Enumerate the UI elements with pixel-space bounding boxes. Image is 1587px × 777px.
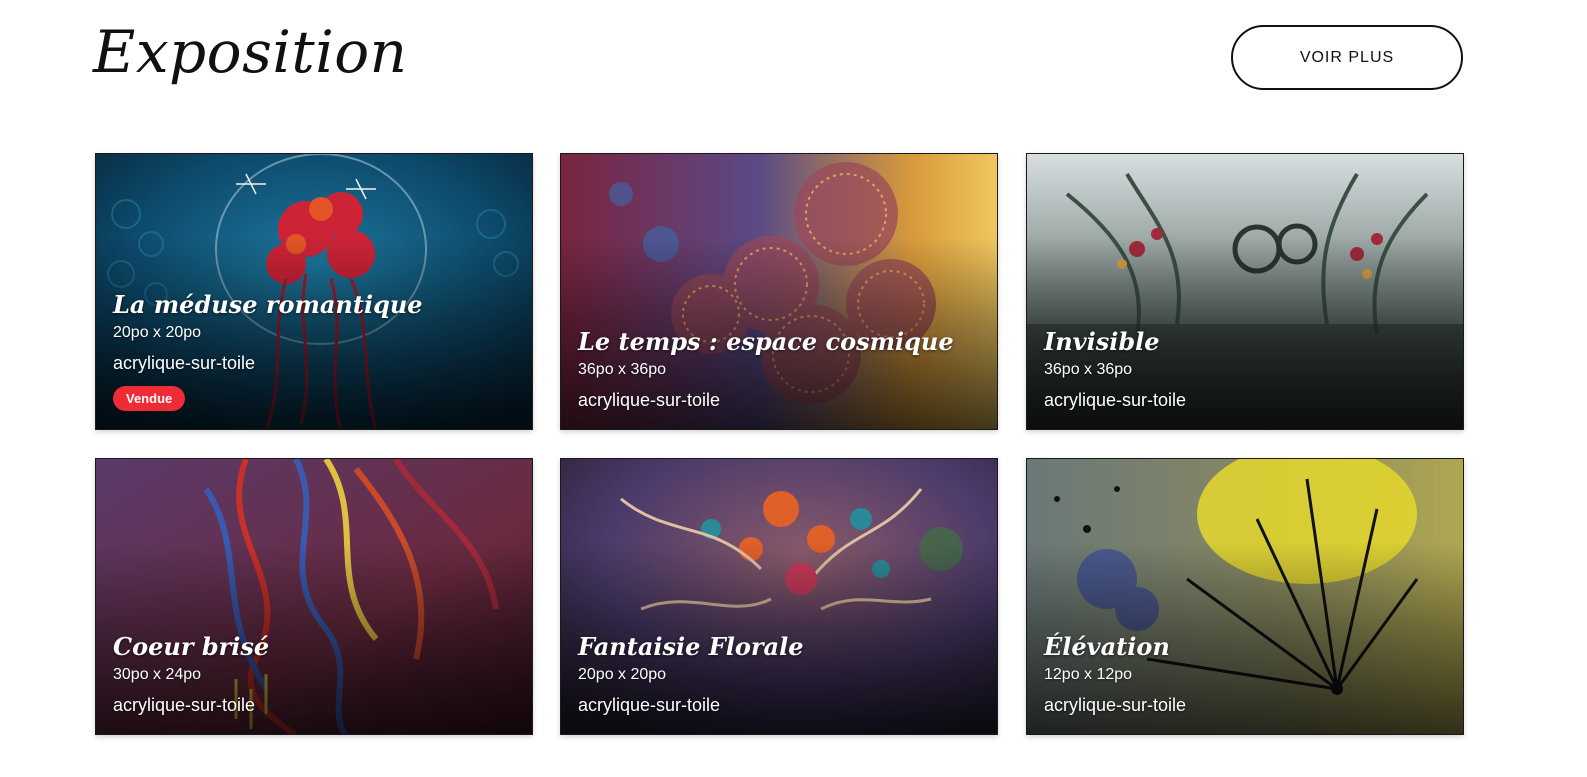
artwork-card[interactable]: Fantaisie Florale 20po x 20po acrylique-… (560, 458, 998, 735)
artwork-medium: acrylique-sur-toile (113, 695, 256, 715)
voir-plus-button[interactable]: VOIR PLUS (1231, 25, 1463, 90)
artwork-title: Le temps : espace cosmique (578, 327, 954, 356)
artwork-title: La méduse romantique (113, 290, 423, 319)
artwork-medium: acrylique-sur-toile (113, 353, 256, 373)
artwork-info: Le temps : espace cosmique 36po x 36po a… (578, 328, 985, 411)
artwork-grid: La méduse romantique 20po x 20po acryliq… (95, 153, 1464, 736)
artwork-title: Élévation (1044, 632, 1170, 661)
artwork-size: 36po x 36po (578, 361, 667, 378)
artwork-info: Coeur brisé 30po x 24po acrylique-sur-to… (113, 633, 520, 716)
artwork-size: 36po x 36po (1044, 361, 1133, 378)
artwork-medium: acrylique-sur-toile (578, 390, 721, 410)
artwork-card[interactable]: Coeur brisé 30po x 24po acrylique-sur-to… (95, 458, 533, 735)
artwork-info: Fantaisie Florale 20po x 20po acrylique-… (578, 633, 985, 716)
artwork-medium: acrylique-sur-toile (578, 695, 721, 715)
artwork-size: 30po x 24po (113, 666, 202, 683)
artwork-size: 20po x 20po (113, 324, 202, 341)
artwork-title: Coeur brisé (113, 632, 270, 661)
artwork-card[interactable]: Élévation 12po x 12po acrylique-sur-toil… (1026, 458, 1464, 735)
artwork-card[interactable]: Le temps : espace cosmique 36po x 36po a… (560, 153, 998, 430)
artwork-medium: acrylique-sur-toile (1044, 390, 1187, 410)
artwork-info: Invisible 36po x 36po acrylique-sur-toil… (1044, 328, 1451, 411)
artwork-card[interactable]: La méduse romantique 20po x 20po acryliq… (95, 153, 533, 430)
artwork-info: Élévation 12po x 12po acrylique-sur-toil… (1044, 633, 1451, 716)
artwork-size: 20po x 20po (578, 666, 667, 683)
artwork-title: Invisible (1044, 327, 1160, 356)
artwork-medium: acrylique-sur-toile (1044, 695, 1187, 715)
page-title: Exposition (93, 18, 408, 86)
artwork-title: Fantaisie Florale (578, 632, 804, 661)
artwork-card[interactable]: Invisible 36po x 36po acrylique-sur-toil… (1026, 153, 1464, 430)
artwork-size: 12po x 12po (1044, 666, 1133, 683)
artwork-info: La méduse romantique 20po x 20po acryliq… (113, 291, 520, 411)
sold-badge: Vendue (113, 386, 186, 411)
